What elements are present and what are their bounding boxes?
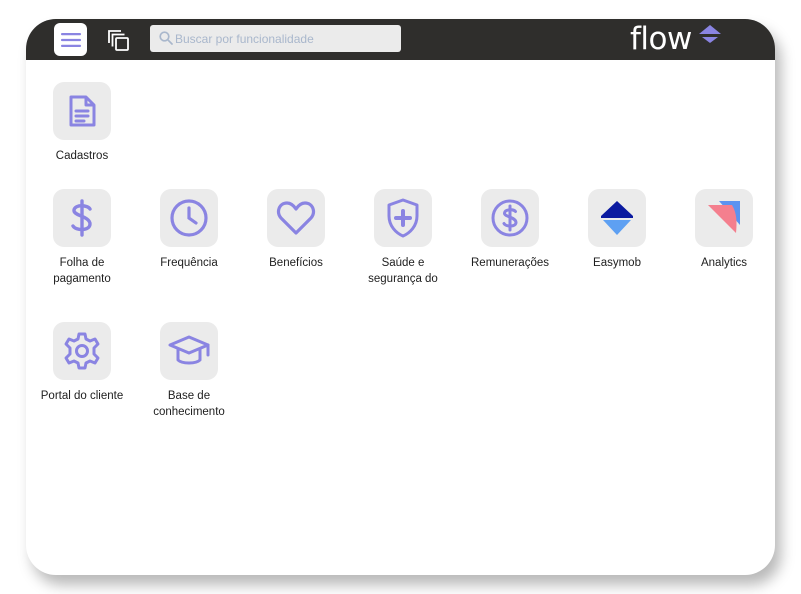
shield-plus-icon (387, 198, 419, 238)
hamburger-icon (60, 32, 81, 47)
graduation-cap-icon (168, 335, 210, 365)
gear-icon (64, 332, 100, 370)
top-bar: flow (26, 19, 775, 60)
module-label: Cadastros (55, 150, 109, 162)
analytics-logo-icon (708, 201, 740, 233)
module-saude-e-seguranca[interactable]: Saúde e segurança do trabalho (348, 189, 458, 287)
module-folha-de-pagamento[interactable]: Folha de pagamento (27, 189, 137, 287)
search-input[interactable] (175, 25, 395, 52)
module-icon-box (53, 322, 111, 380)
module-remuneracoes[interactable]: Remunerações (455, 189, 565, 287)
flow-logo: flow (630, 19, 730, 60)
module-icon-box (53, 82, 111, 140)
logo-text: flow (630, 21, 692, 57)
module-label: Easymob (593, 257, 641, 269)
app-window: flow Cadastros Folha de pagamento (26, 19, 775, 575)
document-icon (69, 95, 96, 127)
module-icon-box (53, 189, 111, 247)
search-box[interactable] (150, 25, 401, 52)
dollar-circle-icon (491, 199, 529, 237)
module-portal-do-cliente[interactable]: Portal do cliente (27, 322, 137, 420)
copy-icon (108, 30, 129, 51)
module-base-de-conhecimento[interactable]: Base de conhecimento (134, 322, 244, 420)
module-icon-box (374, 189, 432, 247)
module-beneficios[interactable]: Benefícios (241, 189, 351, 287)
dollar-icon (71, 199, 92, 237)
module-cadastros[interactable]: Cadastros (27, 82, 137, 180)
module-label: Saúde e segurança do trabalho (368, 257, 438, 285)
module-label: Base de conhecimento (153, 390, 225, 418)
module-label: Folha de pagamento (53, 257, 111, 285)
module-icon-box (588, 189, 646, 247)
module-label: Frequência (160, 257, 218, 269)
easymob-logo-icon (601, 201, 633, 235)
windows-button[interactable] (106, 28, 130, 52)
logo-mark-icon (699, 25, 721, 43)
heart-icon (276, 201, 316, 235)
module-icon-box (160, 189, 218, 247)
module-label: Remunerações (471, 257, 549, 269)
module-analytics[interactable]: Analytics (669, 189, 775, 287)
module-frequencia[interactable]: Frequência (134, 189, 244, 287)
module-easymob[interactable]: Easymob (562, 189, 672, 287)
module-icon-box (267, 189, 325, 247)
module-icon-box (160, 322, 218, 380)
clock-icon (170, 199, 208, 237)
module-icon-box (481, 189, 539, 247)
search-icon (159, 31, 173, 45)
module-label: Portal do cliente (40, 390, 124, 402)
menu-button[interactable] (54, 23, 87, 56)
module-label: Benefícios (269, 257, 323, 269)
module-label: Analytics (700, 257, 748, 269)
module-icon-box (695, 189, 753, 247)
